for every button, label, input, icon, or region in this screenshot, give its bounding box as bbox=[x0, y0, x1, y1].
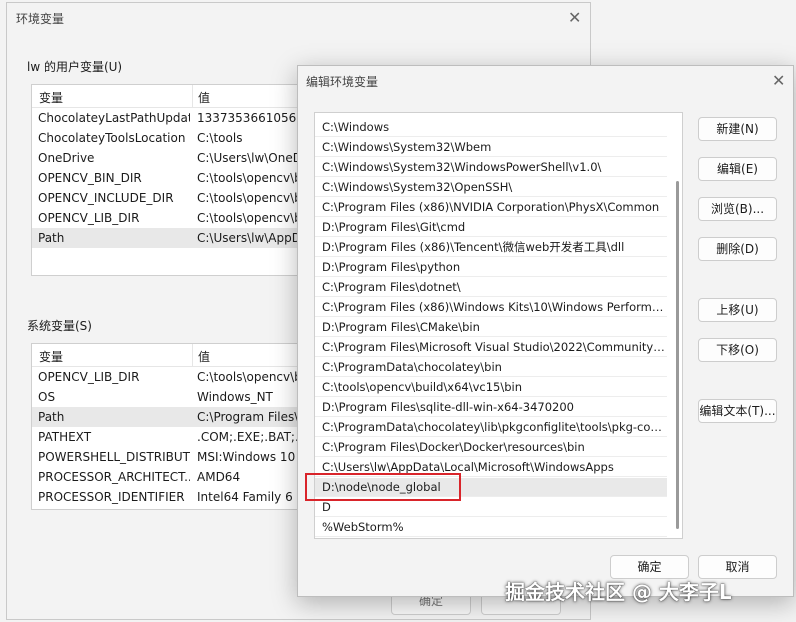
variable-name: POWERSHELL_DISTRIBUTI... bbox=[38, 450, 190, 464]
table-row[interactable]: ChocolateyToolsLocation C:\tools bbox=[32, 128, 332, 148]
list-item[interactable]: C:\ProgramData\chocolatey\bin bbox=[315, 358, 667, 377]
user-variables-table: 变量 值 ChocolateyLastPathUpdate 13373536610… bbox=[31, 84, 333, 276]
list-item[interactable]: D:\Program Files\python bbox=[315, 258, 667, 277]
variable-name: ChocolateyLastPathUpdate bbox=[38, 111, 190, 125]
table-row[interactable]: PATHEXT .COM;.EXE;.BAT;.C bbox=[32, 427, 332, 447]
table-row[interactable]: POWERSHELL_DISTRIBUTI... MSI:Windows 10 H bbox=[32, 447, 332, 467]
dialog-title: 环境变量 bbox=[16, 12, 65, 26]
variable-name: Path bbox=[38, 231, 65, 245]
dialog-title: 编辑环境变量 bbox=[306, 75, 379, 89]
list-item[interactable]: D:\Program Files\Git\cmd bbox=[315, 218, 667, 237]
variable-name: PROCESSOR_ARCHITECT... bbox=[38, 470, 190, 484]
column-header-value[interactable]: 值 bbox=[198, 89, 210, 106]
list-item[interactable]: C:\Windows bbox=[315, 118, 667, 137]
column-divider[interactable] bbox=[192, 85, 193, 107]
list-item[interactable]: C:\Program Files\dotnet\ bbox=[315, 278, 667, 297]
edit-text-button[interactable]: 编辑文本(T)... bbox=[698, 399, 777, 423]
delete-button[interactable]: 删除(D) bbox=[698, 237, 777, 261]
table-row[interactable]: PROCESSOR_ARCHITECT... AMD64 bbox=[32, 467, 332, 487]
browse-button[interactable]: 浏览(B)... bbox=[698, 197, 777, 221]
variable-name: ChocolateyToolsLocation bbox=[38, 131, 186, 145]
variable-name: OS bbox=[38, 390, 56, 404]
move-up-button[interactable]: 上移(U) bbox=[698, 298, 777, 322]
variable-name: PROCESSOR_IDENTIFIER bbox=[38, 490, 185, 504]
table-row[interactable]: Path C:\Users\lw\AppDa bbox=[32, 228, 332, 248]
system-variables-table: 变量 值 OPENCV_LIB_DIR C:\tools\opencv\b OS W… bbox=[31, 343, 333, 510]
list-item[interactable]: C:\Program Files (x86)\NVIDIA Corporatio… bbox=[315, 198, 667, 217]
edit-environment-variable-dialog: 编辑环境变量 ✕ C:\Windows C:\Windows\System32\… bbox=[297, 65, 794, 597]
table-row[interactable]: OPENCV_INCLUDE_DIR C:\tools\opencv\b bbox=[32, 188, 332, 208]
highlight-annotation-box bbox=[305, 473, 461, 501]
variable-name: OPENCV_BIN_DIR bbox=[38, 171, 142, 185]
variable-name: OPENCV_INCLUDE_DIR bbox=[38, 191, 174, 205]
list-item[interactable]: D:\Program Files\sqlite-dll-win-x64-3470… bbox=[315, 398, 667, 417]
variable-name: PATHEXT bbox=[38, 430, 92, 444]
list-item[interactable]: C:\Windows\System32\Wbem bbox=[315, 138, 667, 157]
table-header: 变量 值 bbox=[32, 344, 332, 367]
edit-button[interactable]: 编辑(E) bbox=[698, 157, 777, 181]
table-row[interactable]: ChocolateyLastPathUpdate 133735366105681 bbox=[32, 108, 332, 128]
system-variables-label: 系统变量(S) bbox=[27, 319, 92, 333]
variable-name: OneDrive bbox=[38, 151, 95, 165]
watermark: 掘金技术社区 @ 大李子L bbox=[505, 580, 732, 604]
list-item[interactable]: C:\Program Files (x86)\Windows Kits\10\W… bbox=[315, 298, 667, 317]
column-header-variable[interactable]: 变量 bbox=[39, 348, 63, 365]
column-divider[interactable] bbox=[192, 344, 193, 366]
list-item[interactable]: C:\Program Files\Docker\Docker\resources… bbox=[315, 438, 667, 457]
table-row[interactable]: OPENCV_LIB_DIR C:\tools\opencv\b bbox=[32, 208, 332, 228]
list-item[interactable]: C:\tools\opencv\build\x64\vc15\bin bbox=[315, 378, 667, 397]
column-header-value[interactable]: 值 bbox=[198, 348, 210, 365]
list-item[interactable]: D:\Program Files\CMake\bin bbox=[315, 318, 667, 337]
list-item[interactable]: D:\Program Files (x86)\Tencent\微信web开发者工… bbox=[315, 238, 667, 257]
variable-name: OPENCV_LIB_DIR bbox=[38, 211, 140, 225]
list-item[interactable]: C:\ProgramData\chocolatey\lib\pkgconfigl… bbox=[315, 418, 667, 437]
move-down-button[interactable]: 下移(O) bbox=[698, 338, 777, 362]
new-button[interactable]: 新建(N) bbox=[698, 117, 777, 141]
table-row[interactable]: OneDrive C:\Users\lw\OneDr bbox=[32, 148, 332, 168]
table-row[interactable]: Path C:\Program Files\N bbox=[32, 407, 332, 427]
table-row[interactable]: OPENCV_BIN_DIR C:\tools\opencv\b bbox=[32, 168, 332, 188]
list-item[interactable]: C:\Program Files\Microsoft Visual Studio… bbox=[315, 338, 667, 357]
list-item[interactable]: C:\Windows\System32\OpenSSH\ bbox=[315, 178, 667, 197]
user-variables-label: lw 的用户变量(U) bbox=[27, 60, 123, 74]
variable-name: Path bbox=[38, 410, 65, 424]
list-item[interactable]: %WebStorm% bbox=[315, 518, 667, 537]
list-scrollbar[interactable] bbox=[676, 181, 679, 529]
table-header: 变量 值 bbox=[32, 85, 332, 108]
table-row[interactable]: OPENCV_LIB_DIR C:\tools\opencv\b bbox=[32, 367, 332, 387]
close-icon[interactable]: ✕ bbox=[568, 10, 581, 26]
table-row[interactable]: OS Windows_NT bbox=[32, 387, 332, 407]
column-header-variable[interactable]: 变量 bbox=[39, 89, 63, 106]
close-icon[interactable]: ✕ bbox=[772, 73, 785, 89]
table-row[interactable]: PROCESSOR_IDENTIFIER Intel64 Family 6 M bbox=[32, 487, 332, 507]
list-item[interactable]: C:\Windows\System32\WindowsPowerShell\v1… bbox=[315, 158, 667, 177]
variable-name: OPENCV_LIB_DIR bbox=[38, 370, 140, 384]
